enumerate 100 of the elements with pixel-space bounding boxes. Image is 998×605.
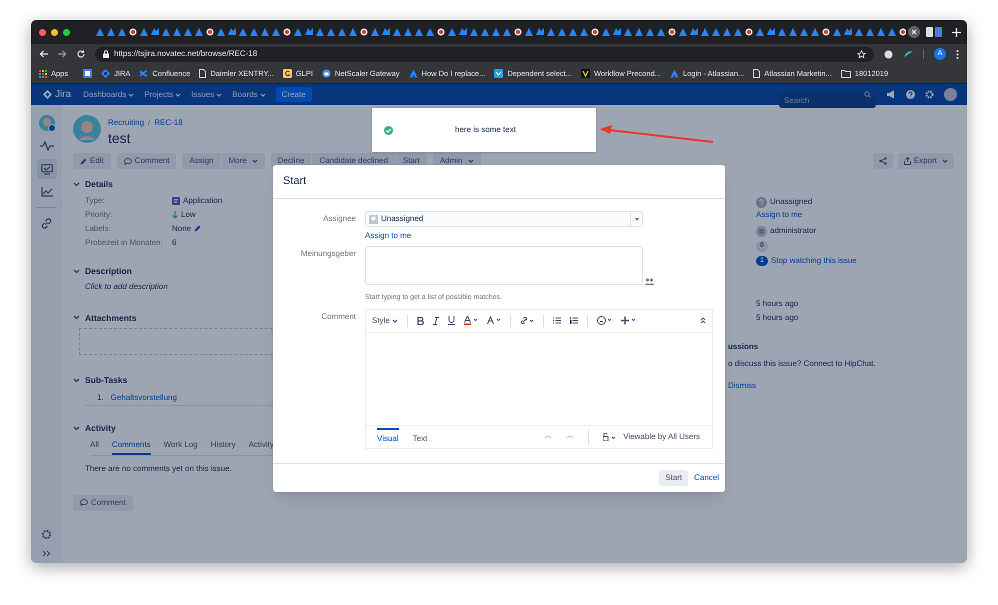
double-chevron-icon[interactable]	[42, 550, 51, 557]
text-color-icon[interactable]	[464, 316, 478, 325]
link-icon[interactable]	[520, 316, 534, 324]
activity-tab[interactable]: Work Log	[164, 438, 198, 455]
project-avatar-icon[interactable]	[36, 113, 56, 133]
chevron-down-icon[interactable]	[73, 182, 80, 187]
reporter-name: administrator	[770, 225, 816, 237]
underline-icon[interactable]	[448, 316, 455, 325]
editor-tab[interactable]: Visual	[377, 428, 399, 445]
share-icon	[878, 157, 887, 165]
breadcrumb-separator: /	[148, 117, 150, 129]
activity-tab[interactable]: History	[210, 438, 236, 455]
nav-menu[interactable]: Issues	[191, 88, 222, 100]
jira-logo-icon	[101, 69, 110, 78]
nav-menu[interactable]: Dashboards	[83, 88, 134, 100]
upload-icon	[904, 157, 911, 165]
chevron-down-icon[interactable]	[73, 378, 80, 384]
unlock-icon[interactable]	[603, 432, 616, 440]
caret-icon	[392, 318, 398, 322]
people-icon[interactable]	[645, 278, 654, 285]
bold-icon[interactable]	[416, 316, 424, 324]
chevron-down-icon[interactable]	[73, 268, 80, 274]
hipchat-heading: ussions	[728, 341, 760, 353]
tab-favicon-icon[interactable]	[926, 27, 942, 37]
chevron-down-icon[interactable]	[73, 426, 80, 431]
monitor-icon[interactable]	[36, 159, 56, 179]
action-button[interactable]: Edit	[73, 153, 111, 169]
settings-icon[interactable]	[41, 529, 52, 540]
crest-icon	[580, 69, 590, 78]
activity-tab[interactable]: Comments	[112, 438, 151, 455]
export-button[interactable]: Export	[898, 153, 954, 169]
collapse-icon[interactable]	[700, 317, 706, 324]
caret-icon	[128, 92, 134, 96]
jira-logo[interactable]: Jira	[43, 87, 72, 102]
comment-editor[interactable]: Style Visual Text Viewable by All Users	[365, 308, 713, 448]
speech-bubble-icon	[124, 158, 132, 164]
share-button[interactable]	[872, 153, 893, 169]
forward-icon[interactable]	[58, 50, 67, 58]
numbered-list-icon[interactable]	[570, 317, 578, 324]
tab-close-icon[interactable]	[908, 26, 920, 38]
chevron-down-icon[interactable]	[73, 315, 80, 320]
new-tab-icon[interactable]	[952, 28, 961, 36]
down-arrow-icon	[172, 210, 178, 219]
create-button[interactable]: Create	[276, 87, 312, 102]
breadcrumb-link[interactable]: REC-18	[154, 117, 183, 129]
action-button[interactable]: Comment	[116, 153, 176, 169]
section-heading: Description	[85, 264, 132, 278]
activity-tab[interactable]: All	[90, 438, 99, 455]
atlassian-logo-icon	[408, 69, 418, 78]
help-icon[interactable]	[906, 90, 915, 99]
activity-tab[interactable]: Activity	[248, 438, 274, 455]
cancel-link[interactable]: Cancel	[694, 472, 719, 484]
stop-watching-link[interactable]: Stop watching this issue	[770, 255, 857, 267]
clear-format-icon[interactable]	[486, 316, 501, 325]
pencil-icon[interactable]	[194, 225, 202, 232]
emoji-icon[interactable]	[596, 316, 612, 325]
comment-button[interactable]: Comment	[73, 494, 133, 511]
caret-icon	[175, 92, 182, 96]
subtask-link[interactable]: Gehaltsvorstellung	[110, 392, 177, 404]
field-label: Meinungsgeber	[300, 248, 357, 260]
avatar-icon	[369, 214, 378, 224]
style-dropdown[interactable]: Style	[372, 314, 398, 326]
extension-icon[interactable]	[884, 50, 893, 58]
field-value: None	[172, 222, 192, 235]
app-icon[interactable]	[83, 69, 92, 78]
menu-icon[interactable]	[956, 50, 959, 58]
address-bar[interactable]: https://tsjira.novatec.net/browse/REC-18	[95, 46, 874, 62]
action-button[interactable]: Assign	[182, 153, 220, 169]
assign-to-me-link[interactable]: Assign to me	[756, 209, 955, 223]
bullet-list-icon[interactable]	[552, 317, 561, 324]
back-icon[interactable]	[39, 50, 48, 58]
field-label: Priority:	[85, 208, 114, 221]
document-icon	[753, 69, 760, 78]
caret-icon	[942, 159, 948, 163]
grid-icon	[39, 70, 47, 78]
editor-tab[interactable]: Text	[412, 428, 428, 445]
success-check-icon	[384, 126, 393, 134]
field-label: Type:	[85, 194, 106, 207]
insert-plus-icon[interactable]	[620, 316, 636, 325]
nav-menu[interactable]: Boards	[232, 88, 266, 100]
star-icon[interactable]	[857, 50, 866, 58]
assign-to-me-link[interactable]: Assign to me	[365, 230, 643, 242]
field-value: Application	[183, 194, 222, 207]
lock-icon	[103, 50, 109, 58]
italic-icon[interactable]	[432, 316, 439, 324]
dismiss-link[interactable]: Dismiss	[728, 380, 955, 392]
action-button[interactable]: More	[222, 153, 265, 169]
breadcrumb-link[interactable]: Recruiting	[108, 117, 144, 129]
atlassian-logo-icon	[670, 69, 679, 78]
nav-menu[interactable]: Projects	[144, 88, 182, 100]
search-field[interactable]: Search	[779, 93, 876, 108]
start-button[interactable]: Start	[659, 470, 688, 486]
assignee-select[interactable]: Unassigned	[365, 211, 643, 227]
opinion-input-field[interactable]	[365, 246, 643, 285]
caret-icon	[216, 92, 222, 96]
user-avatar[interactable]	[944, 88, 957, 101]
document-icon	[199, 69, 206, 78]
issue-avatar-icon	[73, 115, 101, 143]
megaphone-icon[interactable]	[886, 90, 896, 99]
reload-icon[interactable]	[77, 50, 85, 58]
